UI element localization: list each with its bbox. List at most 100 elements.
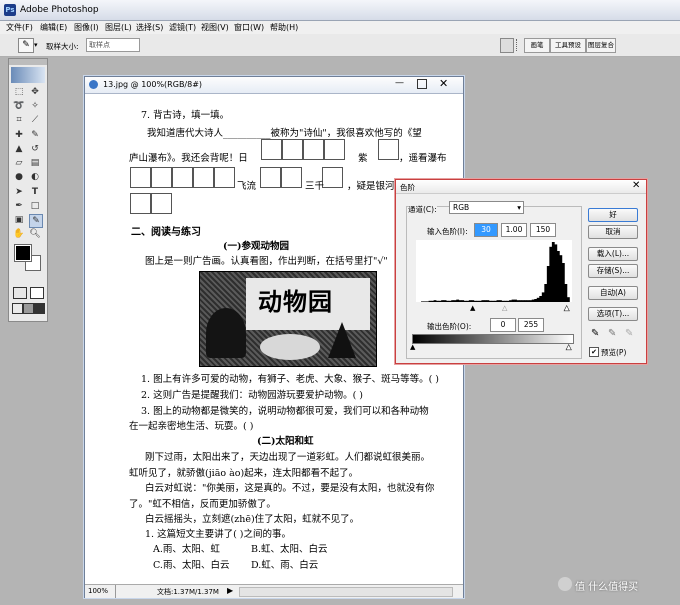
levels-title-bar[interactable]: 色阶 ✕ [396,180,646,194]
history-brush-tool-icon[interactable]: ↺ [29,143,41,155]
zoom-level[interactable]: 100% [88,587,108,595]
app-title: Adobe Photoshop [20,5,99,15]
input-highlight-field[interactable]: 150 [530,223,556,237]
save-button[interactable]: 存储(S)... [588,264,638,278]
output-shadow-slider-icon[interactable]: ▲ [410,343,415,351]
notes-tool-icon[interactable]: ▣ [13,214,25,226]
input-levels-label: 输入色阶(I): [427,227,468,236]
fill-box[interactable] [322,167,343,188]
shape-tool-icon[interactable]: □ [29,200,41,212]
option-b: B.虹、太阳、白云 [251,544,328,555]
menu-image[interactable]: 图像(I) [74,22,99,33]
slice-tool-icon[interactable]: ⟋ [29,114,41,126]
fill-box[interactable] [130,193,151,214]
eraser-tool-icon[interactable]: ▱ [13,157,25,169]
auto-button[interactable]: 自动(A) [588,286,638,300]
gray-eyedropper-icon[interactable]: ✎ [608,328,616,339]
fill-box[interactable] [261,139,282,160]
output-shadow-field[interactable]: 0 [490,318,516,332]
zoom-tool-icon[interactable]: 🔍︎ [29,228,41,240]
horizontal-scrollbar[interactable] [239,587,453,597]
pen-tool-icon[interactable]: ✒ [13,200,25,212]
status-arrow-icon[interactable]: ▶ [227,586,233,595]
gradient-tool-icon[interactable]: ▤ [29,157,41,169]
dodge-tool-icon[interactable]: ◐ [29,171,41,183]
move-tool-icon[interactable]: ✥ [29,86,41,98]
brush-tool-icon[interactable]: ✎ [29,129,41,141]
fill-box[interactable] [260,167,281,188]
feather-logo-icon[interactable] [11,67,45,83]
fill-box[interactable] [303,139,324,160]
menu-edit[interactable]: 编辑(E) [40,22,67,33]
palette-well-icon[interactable] [500,38,514,53]
path-selection-tool-icon[interactable]: ➤ [13,186,25,198]
channel-select[interactable]: RGB ▾ [449,201,524,214]
output-highlight-field[interactable]: 255 [518,318,544,332]
sample-size-select[interactable]: 取样点 [86,38,140,52]
magic-wand-tool-icon[interactable]: ✧ [29,100,41,112]
fill-box[interactable] [324,139,345,160]
blur-tool-icon[interactable]: ● [13,171,25,183]
crop-tool-icon[interactable]: ⌗ [13,114,25,126]
fill-box[interactable] [281,167,302,188]
fill-box[interactable] [172,167,193,188]
poster-title: 动物园 [258,287,333,316]
toolbox-grip[interactable] [9,59,47,65]
eyedropper-tool-icon[interactable]: ✎ [29,214,43,228]
histogram-bar [544,284,548,302]
cancel-button[interactable]: 取消 [588,225,638,239]
fill-box[interactable] [282,139,303,160]
output-highlight-slider-icon[interactable]: ▲ [566,343,572,352]
screen-mode-full-menu-icon[interactable] [23,303,34,314]
menu-select[interactable]: 选择(S) [136,22,163,33]
fill-box[interactable] [193,167,214,188]
load-button[interactable]: 载入(L)... [588,247,638,261]
minimize-icon[interactable]: — [395,78,404,88]
chevron-down-icon[interactable]: ▾ [34,41,38,49]
screen-mode-standard-icon[interactable] [12,303,23,314]
white-eyedropper-icon[interactable]: ✎ [625,328,633,339]
options-button[interactable]: 选项(T)... [588,307,638,321]
eyedropper-icon[interactable]: ✎ [18,38,34,53]
marquee-tool-icon[interactable]: ⬚ [13,86,25,98]
menu-filter[interactable]: 滤镜(T) [169,22,196,33]
histogram-bar [549,246,553,302]
menu-help[interactable]: 帮助(H) [270,22,298,33]
preview-checkbox[interactable]: ✔ [589,347,599,357]
screen-mode-full-icon[interactable] [34,303,45,314]
maximize-icon[interactable] [417,79,427,89]
input-slider-track[interactable]: ▲ △ ▲ [416,304,572,314]
menu-view[interactable]: 视图(V) [201,22,229,33]
input-shadow-field[interactable]: 30 [474,223,498,237]
foreground-color-swatch[interactable] [14,244,32,262]
menu-window[interactable]: 窗口(W) [234,22,264,33]
histogram-bar [559,255,563,302]
menu-file[interactable]: 文件(F) [6,22,33,33]
fill-box[interactable] [151,193,172,214]
fill-box[interactable] [151,167,172,188]
clone-stamp-tool-icon[interactable]: ▲ [13,143,25,155]
close-icon[interactable]: ✕ [439,77,448,90]
healing-brush-tool-icon[interactable]: ✚ [13,129,25,141]
fill-box[interactable] [130,167,151,188]
hand-tool-icon[interactable]: ✋ [13,228,25,240]
ok-button[interactable]: 好 [588,208,638,222]
quick-mask-mode-icon[interactable] [30,287,44,299]
lasso-tool-icon[interactable]: ➰ [13,100,25,112]
fill-box[interactable] [378,139,399,160]
type-tool-icon[interactable]: T [29,186,41,198]
menu-layer[interactable]: 图层(L) [105,22,132,33]
fill-box[interactable] [214,167,235,188]
tab-layer-comps[interactable]: 图层复合 [586,38,616,53]
tab-tool-presets[interactable]: 工具预设 [550,38,586,53]
tab-brushes[interactable]: 画笔 [524,38,550,53]
input-gamma-field[interactable]: 1.00 [501,223,527,237]
histogram-bar [526,300,530,302]
standard-mode-icon[interactable] [13,287,27,299]
toolbox: ⬚ ✥ ➰ ✧ ⌗ ⟋ ✚ ✎ ▲ ↺ ▱ ▤ ● ◐ ➤ T ✒ □ ▣ ✎ … [8,58,48,322]
black-eyedropper-icon[interactable]: ✎ [591,328,599,339]
highlight-slider-icon[interactable]: ▲ [564,304,570,313]
close-icon[interactable]: ✕ [632,180,640,191]
gamma-slider-icon[interactable]: △ [502,304,507,312]
shadow-slider-icon[interactable]: ▲ [470,304,475,312]
